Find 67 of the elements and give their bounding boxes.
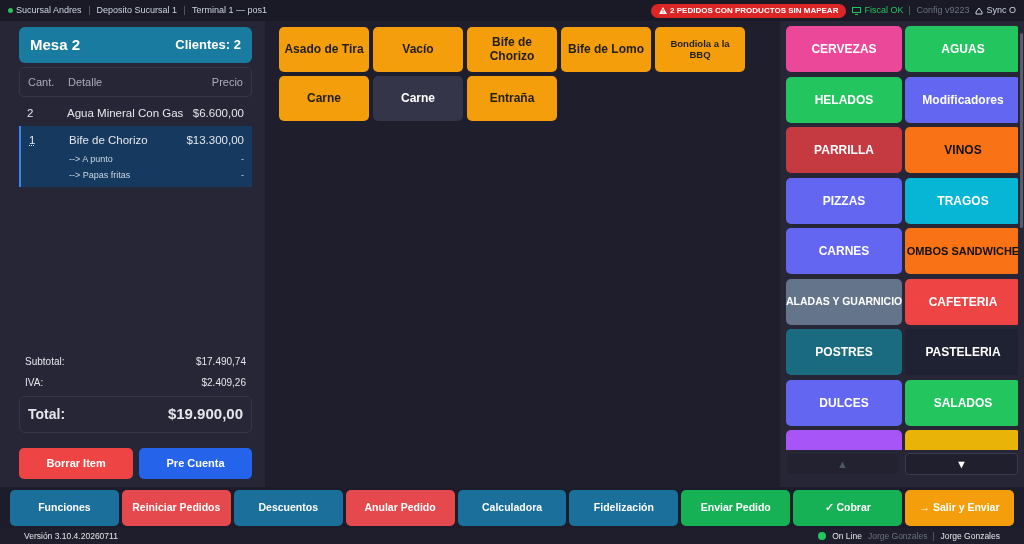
summary-value: $17.490,74: [195, 355, 246, 369]
item-quantity: 1: [29, 133, 37, 149]
category-button[interactable]: CARNES: [786, 228, 902, 274]
summary-label: IVA:: [25, 376, 44, 390]
modifier-name: --> A punto: [69, 152, 114, 166]
version-label: Versión 3.10.4.20260711: [24, 529, 118, 543]
order-row[interactable]: 2 Agua Mineral Con Gas $6.600,00: [19, 103, 252, 127]
monitor-icon: [852, 6, 862, 15]
summary-value: $2.409,26: [201, 376, 246, 390]
product-button[interactable]: Bife de Lomo: [561, 27, 651, 72]
category-button[interactable]: PARRILLA: [786, 127, 902, 173]
category-button[interactable]: DULCES: [786, 379, 902, 426]
top-bar-item: Sucursal Andres: [16, 3, 82, 17]
scroll-down-button[interactable]: ▼: [905, 453, 1018, 475]
sync-status: Sync O: [986, 3, 1016, 17]
category-button[interactable]: ALADAS Y GUARNICIO: [786, 278, 902, 325]
column-label: Cant.: [28, 74, 56, 90]
action-button[interactable]: Anular Pedido: [345, 490, 455, 526]
product-button[interactable]: Entraña: [467, 76, 557, 121]
item-name: Agua Mineral Con Gas: [67, 106, 185, 121]
category-button[interactable]: POSTRES: [786, 329, 902, 375]
summary-label: Subtotal:: [25, 355, 65, 369]
product-button[interactable]: Vacío: [373, 27, 463, 72]
category-button[interactable]: PASTELERIA: [905, 329, 1018, 375]
modifier-price: -: [241, 152, 244, 166]
product-button[interactable]: Bondiola a la BBQ: [655, 27, 745, 72]
action-button[interactable]: Reiniciar Pedidos: [121, 490, 231, 526]
category-button[interactable]: CAFETERIA: [905, 278, 1018, 325]
product-button[interactable]: Asado de Tira: [279, 27, 369, 72]
connection-status: On Line: [832, 529, 862, 543]
total-label: Total:: [28, 405, 66, 424]
user-name: Jorge Gonzales: [867, 529, 928, 543]
clients-count: Clientes: 2: [175, 36, 241, 55]
action-button[interactable]: Calculadora: [457, 490, 567, 526]
product-button[interactable]: Bife de Chorizo: [467, 27, 557, 72]
alert-badge: 2 PEDIDOS CON PRODUCTOS SIN MAPEAR: [651, 3, 847, 18]
category-button[interactable]: PIZZAS: [786, 177, 902, 224]
top-bar-item: Deposito Sucursal 1: [96, 3, 178, 17]
category-button[interactable]: OMBOS SANDWICHE: [905, 228, 1018, 274]
product-button[interactable]: Carne: [279, 76, 369, 121]
item-name: Bife de Chorizo: [69, 133, 149, 149]
config-version: Config v9223: [916, 3, 970, 17]
category-button[interactable]: CERVEZAS: [786, 26, 902, 72]
table-title: Mesa 2: [30, 34, 81, 55]
product-button[interactable]: Carne: [373, 76, 463, 121]
warning-icon: [659, 7, 668, 14]
pre-bill-button[interactable]: Pre Cuenta: [139, 448, 252, 479]
item-price: $13.300,00: [186, 133, 244, 149]
order-row[interactable]: 1 Bife de Chorizo $13.300,00 --> A punto - --> Papas fritas -: [19, 126, 252, 187]
delete-item-button[interactable]: Borrar Item: [19, 448, 134, 479]
action-button[interactable]: Funciones: [10, 490, 119, 526]
modifier-name: --> Papas fritas: [69, 169, 132, 182]
top-bar-item: Terminal 1 — pos1: [192, 3, 268, 17]
fiscal-status: Fiscal OK: [852, 3, 904, 18]
item-price: $6.600,00: [192, 106, 244, 121]
category-button[interactable]: VINOS: [905, 127, 1018, 173]
action-button[interactable]: Fidelización: [569, 490, 679, 526]
category-button[interactable]: Modificadores: [905, 76, 1018, 123]
action-button[interactable]: Descuentos: [233, 490, 343, 526]
action-button[interactable]: Enviar Pedido: [681, 490, 791, 526]
modifier-price: -: [241, 169, 244, 182]
column-label: Detalle: [68, 74, 104, 90]
column-label: Precio: [211, 74, 243, 90]
total-value: $19.900,00: [167, 404, 243, 425]
action-button[interactable]: ✓ Cobrar: [793, 490, 903, 526]
user-name: Jorge Gonzales: [940, 529, 1000, 543]
item-quantity: 2: [27, 106, 35, 121]
